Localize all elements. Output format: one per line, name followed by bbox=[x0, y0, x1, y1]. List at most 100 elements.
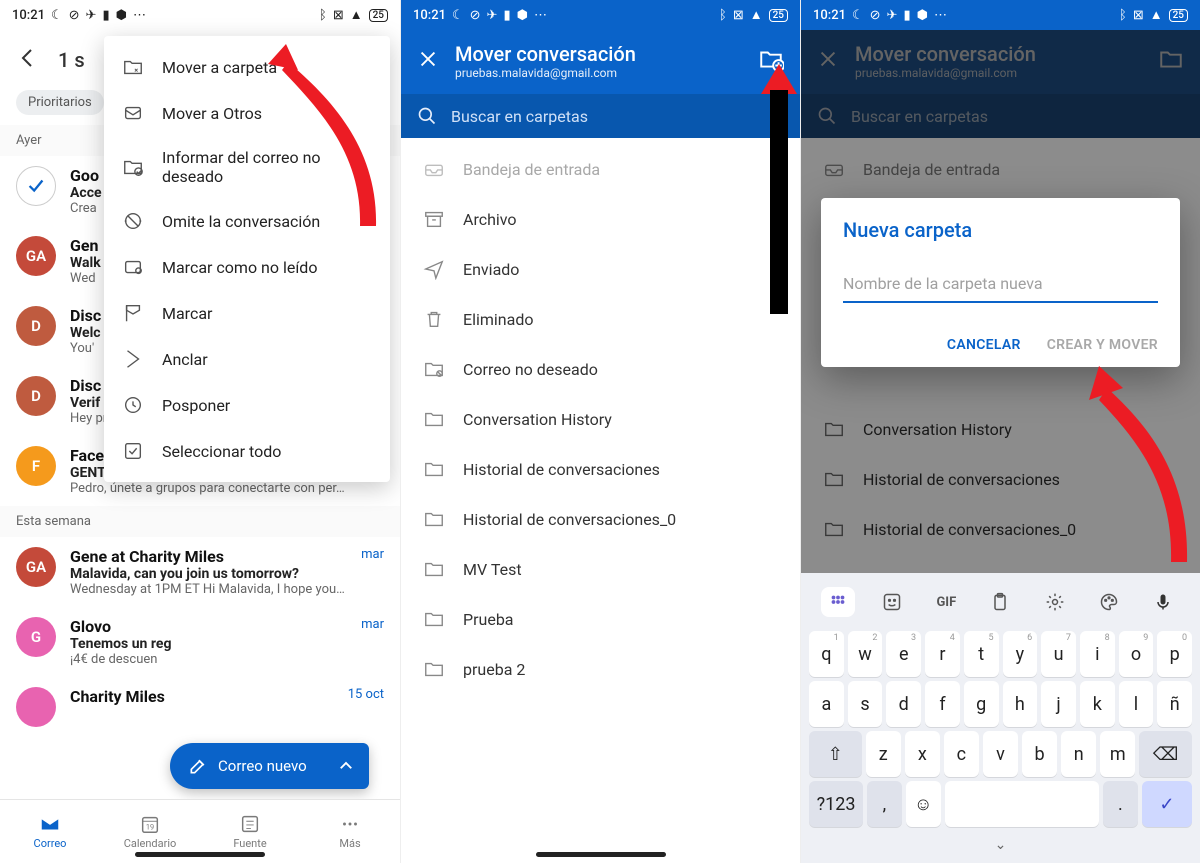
key-space[interactable] bbox=[945, 781, 1099, 827]
key-d[interactable]: d bbox=[886, 681, 921, 727]
section-thisweek: Esta semana bbox=[0, 506, 400, 537]
avatar[interactable]: D bbox=[16, 306, 56, 346]
menu-item[interactable]: Anclar bbox=[104, 336, 390, 382]
folder-item[interactable]: Historial de conversaciones bbox=[401, 444, 800, 494]
kbd-gear-icon[interactable] bbox=[1038, 587, 1072, 617]
key-k[interactable]: k bbox=[1080, 681, 1115, 727]
mail-preview: Pedro, únete a grupos para conectarte co… bbox=[70, 481, 384, 496]
search-bar[interactable] bbox=[401, 94, 800, 138]
key-y[interactable]: y6 bbox=[1003, 631, 1038, 677]
key-x[interactable]: x bbox=[905, 731, 940, 777]
kbd-palette-icon[interactable] bbox=[1092, 587, 1126, 617]
folder-item[interactable]: Eliminado bbox=[401, 294, 800, 344]
key-a[interactable]: a bbox=[809, 681, 844, 727]
mail-row[interactable]: Charity Miles15 oct bbox=[0, 677, 400, 737]
search-icon bbox=[417, 106, 437, 126]
folder-item[interactable]: MV Test bbox=[401, 544, 800, 594]
header-account: pruebas.malavida@gmail.com bbox=[455, 66, 742, 80]
telegram-icon: ✈ bbox=[86, 8, 97, 23]
kbd-mic-icon[interactable] bbox=[1146, 587, 1180, 617]
folder-item[interactable]: Historial de conversaciones_0 bbox=[401, 494, 800, 544]
keyboard-toolbar: GIF bbox=[807, 581, 1194, 627]
selected-check-icon[interactable] bbox=[16, 166, 56, 206]
key-w[interactable]: w2 bbox=[848, 631, 883, 677]
avatar[interactable]: GA bbox=[16, 236, 56, 276]
key-backspace[interactable]: ⌫ bbox=[1139, 731, 1192, 777]
key-t[interactable]: t5 bbox=[964, 631, 999, 677]
folder-name-input[interactable] bbox=[843, 268, 1158, 303]
nav-correo[interactable]: Correo bbox=[0, 800, 100, 863]
nav-label: Calendario bbox=[124, 837, 177, 850]
nav-handle[interactable] bbox=[536, 852, 666, 857]
nav-handle[interactable] bbox=[135, 852, 265, 857]
keyboard-collapse-icon[interactable]: ⌄ bbox=[807, 831, 1194, 853]
menu-item[interactable]: Posponer bbox=[104, 382, 390, 428]
folder-item[interactable]: Archivo bbox=[401, 194, 800, 244]
avatar[interactable] bbox=[16, 687, 56, 727]
key-v[interactable]: v bbox=[983, 731, 1018, 777]
folder-item[interactable]: Prueba bbox=[401, 594, 800, 644]
back-icon[interactable] bbox=[16, 46, 40, 74]
shield-icon: ⬢ bbox=[116, 8, 127, 23]
key-r[interactable]: r4 bbox=[925, 631, 960, 677]
mail-sender: Goo bbox=[70, 166, 99, 185]
key-m[interactable]: m bbox=[1100, 731, 1135, 777]
folder-label: Conversation History bbox=[463, 410, 612, 429]
kbd-gif-icon[interactable]: GIF bbox=[929, 587, 963, 617]
folder-item[interactable]: prueba 2 bbox=[401, 644, 800, 694]
menu-item-label: Anclar bbox=[162, 350, 208, 369]
key-h[interactable]: h bbox=[1003, 681, 1038, 727]
key-c[interactable]: c bbox=[944, 731, 979, 777]
key-g[interactable]: g bbox=[964, 681, 999, 727]
avatar[interactable]: F bbox=[16, 446, 56, 486]
key-n[interactable]: n bbox=[1061, 731, 1096, 777]
key-q[interactable]: q1 bbox=[809, 631, 844, 677]
key-ñ[interactable]: ñ bbox=[1157, 681, 1192, 727]
menu-item[interactable]: Marcar bbox=[104, 290, 390, 336]
battery-icon: 25 bbox=[769, 9, 788, 22]
compose-expand-icon[interactable] bbox=[323, 743, 369, 789]
menu-item-label: Marcar bbox=[162, 304, 212, 323]
avatar[interactable]: GA bbox=[16, 547, 56, 587]
kbd-sticker-icon[interactable] bbox=[875, 587, 909, 617]
folder-item[interactable]: Enviado bbox=[401, 244, 800, 294]
key-enter[interactable]: ✓ bbox=[1142, 781, 1192, 827]
key-f[interactable]: f bbox=[925, 681, 960, 727]
create-and-move-button[interactable]: CREAR Y MOVER bbox=[1047, 337, 1158, 353]
filter-chip[interactable]: Prioritarios bbox=[16, 90, 104, 115]
search-input[interactable] bbox=[451, 107, 784, 126]
kbd-grid-icon[interactable] bbox=[821, 587, 855, 617]
key-u[interactable]: u7 bbox=[1041, 631, 1076, 677]
svg-text:19: 19 bbox=[146, 823, 154, 832]
key-emoji[interactable]: ☺ bbox=[906, 781, 941, 827]
key-s[interactable]: s bbox=[848, 681, 883, 727]
mail-sender: Glovo bbox=[70, 617, 111, 636]
key-comma[interactable]: , bbox=[867, 781, 902, 827]
key-shift[interactable]: ⇧ bbox=[809, 731, 862, 777]
key-j[interactable]: j bbox=[1041, 681, 1076, 727]
compose-fab[interactable]: Correo nuevo bbox=[170, 743, 369, 789]
key-b[interactable]: b bbox=[1022, 731, 1057, 777]
mail-row[interactable]: G Glovomar Tenemos un reg ¡4€ de descuen bbox=[0, 607, 400, 677]
cancel-button[interactable]: CANCELAR bbox=[947, 337, 1021, 353]
folder-item[interactable]: Conversation History bbox=[401, 394, 800, 444]
moon-icon: ☾ bbox=[51, 8, 63, 23]
kbd-clipboard-icon[interactable] bbox=[983, 587, 1017, 617]
key-period[interactable]: . bbox=[1103, 781, 1138, 827]
close-icon[interactable] bbox=[417, 48, 439, 74]
folder-item[interactable]: Correo no deseado bbox=[401, 344, 800, 394]
avatar[interactable]: G bbox=[16, 617, 56, 657]
avatar[interactable]: D bbox=[16, 376, 56, 416]
menu-item[interactable]: Marcar como no leído bbox=[104, 244, 390, 290]
key-z[interactable]: z bbox=[866, 731, 901, 777]
key-i[interactable]: i8 bbox=[1080, 631, 1115, 677]
key-p[interactable]: p0 bbox=[1157, 631, 1192, 677]
soft-keyboard[interactable]: GIF q1w2e3r4t5y6u7i8o9p0 asdfghjklñ ⇧zxc… bbox=[801, 573, 1200, 863]
key-symbols[interactable]: ?123 bbox=[809, 781, 863, 827]
nav-más[interactable]: Más bbox=[300, 800, 400, 863]
mail-row[interactable]: GA Gene at Charity Milesmar Malavida, ca… bbox=[0, 537, 400, 607]
menu-item[interactable]: Seleccionar todo bbox=[104, 428, 390, 474]
key-o[interactable]: o9 bbox=[1119, 631, 1154, 677]
key-e[interactable]: e3 bbox=[886, 631, 921, 677]
key-l[interactable]: l bbox=[1119, 681, 1154, 727]
